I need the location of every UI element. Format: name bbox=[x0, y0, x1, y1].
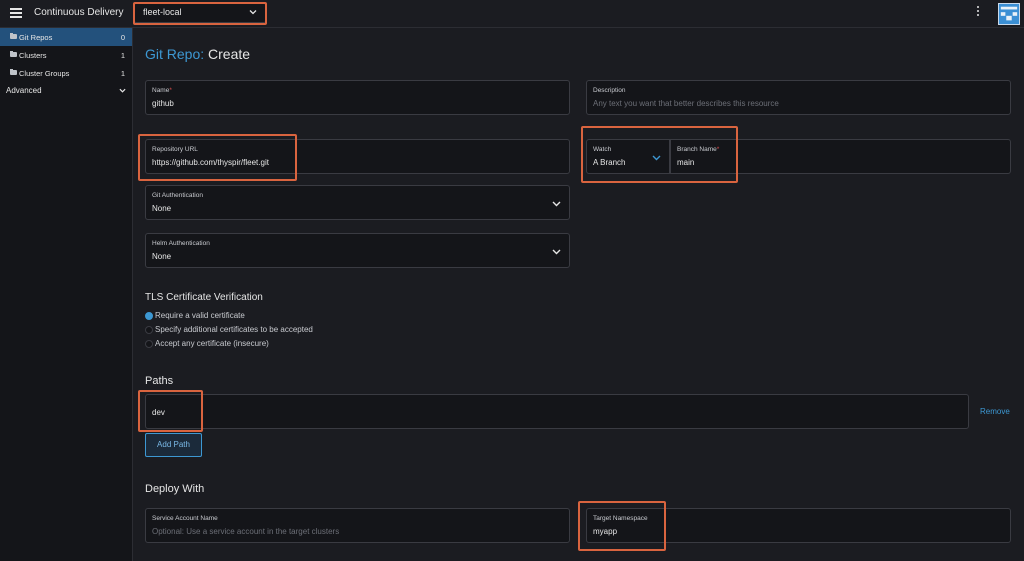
sidebar-item-label: Git Repos bbox=[19, 33, 53, 42]
path-input[interactable]: dev bbox=[145, 394, 969, 429]
app-title: Continuous Delivery bbox=[34, 7, 124, 18]
radio-label: Specify additional certificates to be ac… bbox=[155, 325, 313, 334]
name-field-label: Name* bbox=[152, 87, 172, 94]
target-namespace-field[interactable]: Target Namespace myapp bbox=[586, 508, 1011, 543]
user-avatar[interactable] bbox=[998, 3, 1020, 25]
service-account-placeholder: Optional: Use a service account in the t… bbox=[152, 527, 340, 536]
repository-url-field[interactable]: Repository URL https://github.com/thyspi… bbox=[145, 139, 570, 174]
main-content: Git Repo: Create Name* github Descriptio… bbox=[134, 29, 1024, 561]
radio-label: Accept any certificate (insecure) bbox=[155, 339, 269, 348]
git-authentication-label: Git Authentication bbox=[152, 192, 203, 199]
more-options-icon[interactable] bbox=[975, 6, 981, 20]
page-title-action: Create bbox=[208, 46, 251, 62]
radio-unselected-icon bbox=[145, 340, 153, 348]
target-namespace-value: myapp bbox=[593, 527, 618, 536]
workspace-select[interactable]: fleet-local bbox=[134, 3, 266, 23]
helm-authentication-select[interactable]: Helm Authentication None bbox=[145, 233, 570, 268]
branch-name-value: main bbox=[677, 158, 695, 167]
sidebar-item-count: 0 bbox=[120, 33, 125, 42]
description-field-label: Description bbox=[593, 87, 626, 94]
name-field-value: github bbox=[152, 99, 174, 108]
page-title-prefix: Git Repo: bbox=[145, 46, 205, 62]
sidebar: Git Repos 0 Clusters 1 Cluster Groups 1 … bbox=[0, 28, 133, 561]
chevron-down-icon bbox=[552, 201, 561, 207]
sidebar-item-count: 1 bbox=[120, 69, 125, 78]
chevron-down-icon bbox=[119, 88, 126, 93]
tls-section-title: TLS Certificate Verification bbox=[145, 292, 263, 303]
branch-name-label: Branch Name* bbox=[677, 146, 720, 153]
radio-selected-icon bbox=[145, 312, 153, 320]
folder-icon bbox=[10, 69, 17, 75]
sidebar-item-clusters[interactable]: Clusters 1 bbox=[0, 46, 132, 64]
radio-label: Require a valid certificate bbox=[155, 311, 245, 320]
service-account-label: Service Account Name bbox=[152, 515, 218, 522]
deploy-section-title: Deploy With bbox=[145, 483, 205, 495]
description-field[interactable]: Description Any text you want that bette… bbox=[586, 80, 1011, 115]
add-path-button[interactable]: Add Path bbox=[145, 433, 202, 457]
watch-select[interactable]: Watch A Branch bbox=[586, 139, 670, 174]
sidebar-item-label: Clusters bbox=[19, 51, 47, 60]
sidebar-item-count: 1 bbox=[120, 51, 125, 60]
remove-path-link[interactable]: Remove bbox=[980, 407, 1010, 416]
page-title: Git Repo: Create bbox=[145, 46, 250, 62]
folder-icon bbox=[10, 33, 17, 39]
repository-url-value: https://github.com/thyspir/fleet.git bbox=[152, 158, 269, 167]
radio-unselected-icon bbox=[145, 326, 153, 334]
workspace-select-value: fleet-local bbox=[143, 7, 182, 17]
watch-select-label: Watch bbox=[593, 146, 612, 153]
target-namespace-label: Target Namespace bbox=[593, 515, 648, 522]
repository-url-label: Repository URL bbox=[152, 146, 198, 153]
hamburger-menu-icon[interactable] bbox=[10, 8, 22, 18]
sidebar-item-git-repos[interactable]: Git Repos 0 bbox=[0, 28, 132, 46]
git-authentication-select[interactable]: Git Authentication None bbox=[145, 185, 570, 220]
paths-section-title: Paths bbox=[145, 375, 174, 387]
helm-authentication-label: Helm Authentication bbox=[152, 240, 210, 247]
avatar-pattern-icon bbox=[999, 4, 1019, 24]
sidebar-advanced-group[interactable]: Advanced bbox=[0, 82, 132, 100]
chevron-down-icon bbox=[652, 155, 661, 161]
chevron-down-icon bbox=[249, 10, 257, 15]
service-account-field[interactable]: Service Account Name Optional: Use a ser… bbox=[145, 508, 570, 543]
branch-name-field[interactable]: Branch Name* main bbox=[670, 139, 1011, 174]
path-input-value: dev bbox=[152, 408, 165, 417]
watch-select-value: A Branch bbox=[593, 158, 626, 167]
sidebar-item-label: Cluster Groups bbox=[19, 69, 70, 78]
top-bar: Continuous Delivery fleet-local bbox=[0, 0, 1024, 28]
git-authentication-value: None bbox=[152, 204, 172, 213]
sidebar-item-cluster-groups[interactable]: Cluster Groups 1 bbox=[0, 64, 132, 82]
description-field-placeholder: Any text you want that better describes … bbox=[593, 99, 779, 108]
helm-authentication-value: None bbox=[152, 252, 172, 261]
chevron-down-icon bbox=[552, 249, 561, 255]
sidebar-advanced-label: Advanced bbox=[6, 86, 42, 95]
folder-icon bbox=[10, 51, 17, 57]
name-field[interactable]: Name* github bbox=[145, 80, 570, 115]
